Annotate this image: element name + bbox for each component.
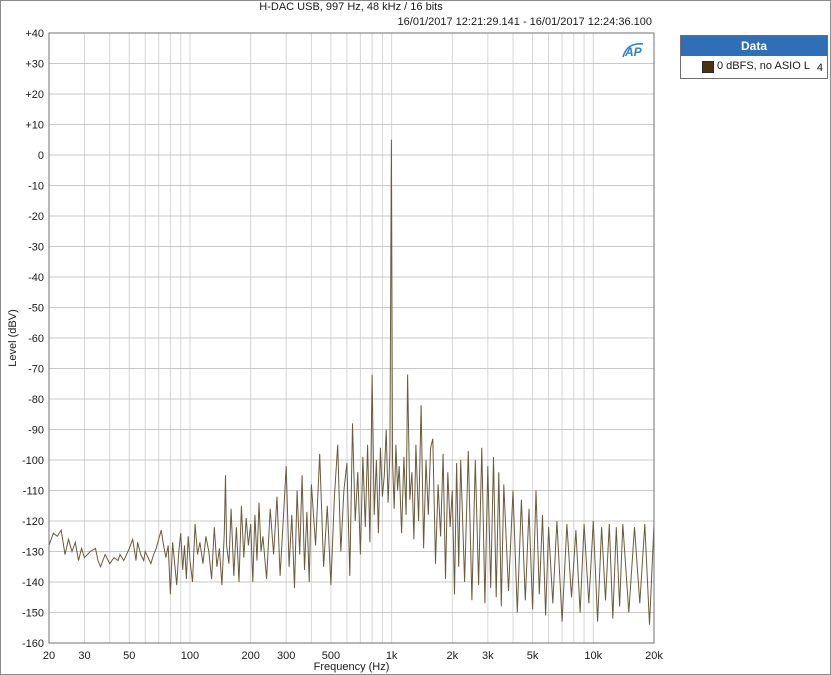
legend-entry-label: 0 dBFS, no ASIO L xyxy=(717,60,810,72)
y-axis-label: Level (dBV) xyxy=(7,309,19,366)
x-tick-label: 20k xyxy=(645,650,663,662)
x-tick-label: 100 xyxy=(181,650,199,662)
y-axis-ticks: +40 +30 +20 +10 0 -10 -20 -30 -40 -50 -60 -70 -80 -90… xyxy=(22,28,44,650)
y-tick-label: +20 xyxy=(25,89,44,101)
legend-entry[interactable]: 0 dBFS, no ASIO L 4 xyxy=(681,56,827,77)
legend-swatch xyxy=(702,61,714,73)
y-tick-label: -130 xyxy=(22,547,44,559)
y-tick-label: +30 xyxy=(25,59,44,71)
y-tick-label: -40 xyxy=(28,272,44,284)
y-tick-label: -120 xyxy=(22,516,44,528)
legend-panel: Data 0 dBFS, no ASIO L 4 xyxy=(680,35,828,79)
y-tick-label: -160 xyxy=(22,638,44,650)
y-tick-label: -50 xyxy=(28,303,44,315)
y-tick-label: 0 xyxy=(38,150,44,162)
y-tick-label: +40 xyxy=(25,28,44,40)
y-tick-label: -70 xyxy=(28,364,44,376)
y-tick-label: -140 xyxy=(22,577,44,589)
x-tick-label: 5k xyxy=(527,650,539,662)
x-tick-label: 2k xyxy=(447,650,459,662)
plot-area[interactable]: +40 +30 +20 +10 0 -10 -20 -30 -40 -50 -60 -70 -80 -90… xyxy=(1,1,830,674)
x-tick-label: 300 xyxy=(277,650,295,662)
y-tick-label: -60 xyxy=(28,333,44,345)
x-axis-label: Frequency (Hz) xyxy=(314,661,390,673)
x-tick-label: 50 xyxy=(123,650,135,662)
y-tick-label: -10 xyxy=(28,181,44,193)
y-tick-label: -80 xyxy=(28,394,44,406)
y-tick-label: -110 xyxy=(23,486,44,498)
x-tick-label: 10k xyxy=(584,650,602,662)
y-tick-label: +10 xyxy=(25,120,44,132)
y-tick-label: -150 xyxy=(22,608,44,620)
x-tick-label: 3k xyxy=(482,650,494,662)
x-tick-label: 20 xyxy=(43,650,55,662)
y-tick-label: -20 xyxy=(28,211,44,223)
x-tick-label: 200 xyxy=(241,650,259,662)
legend-header: Data xyxy=(681,36,827,56)
x-tick-label: 30 xyxy=(78,650,90,662)
graph-window: H-DAC USB, 997 Hz, 48 kHz / 16 bits 16/0… xyxy=(0,0,831,675)
y-tick-label: -90 xyxy=(28,425,44,437)
y-tick-label: -30 xyxy=(28,242,44,254)
ap-logo-icon: AP xyxy=(622,43,644,59)
ap-logo-text: AP xyxy=(624,45,643,59)
y-tick-label: -100 xyxy=(22,455,44,467)
legend-entry-channel: 4 xyxy=(816,62,823,74)
